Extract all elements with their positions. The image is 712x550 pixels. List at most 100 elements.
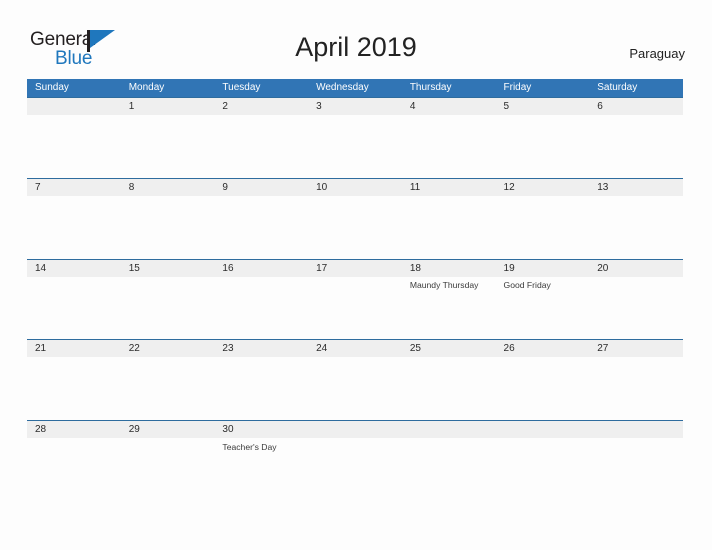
weekday-header-monday: Monday [128, 82, 165, 93]
day-events[interactable] [121, 359, 215, 421]
day-events[interactable] [214, 197, 308, 259]
day-number[interactable]: 8 [121, 179, 215, 196]
day-number[interactable]: 26 [496, 340, 590, 357]
calendar-week-row: 28 29 30 Teacher's Day [27, 420, 683, 501]
day-events[interactable] [308, 197, 402, 259]
calendar-week-row: 1 2 3 4 5 6 [27, 97, 683, 178]
weekday-header-saturday: Saturday [597, 82, 638, 93]
day-event-label: Maundy Thursday [409, 280, 479, 291]
calendar-grid: Sunday Monday Tuesday Wednesday Thursday… [27, 79, 683, 501]
day-number[interactable]: 4 [402, 98, 496, 115]
day-events[interactable]: Maundy Thursday [402, 278, 496, 340]
day-number[interactable]: 23 [214, 340, 308, 357]
day-events[interactable] [496, 359, 590, 421]
day-number[interactable] [589, 421, 683, 438]
week-event-band: Teacher's Day [27, 440, 683, 502]
day-number[interactable]: 9 [214, 179, 308, 196]
day-number[interactable]: 5 [496, 98, 590, 115]
day-number[interactable]: 13 [589, 179, 683, 196]
day-events[interactable]: Teacher's Day [214, 440, 308, 502]
day-events[interactable] [589, 278, 683, 340]
day-events[interactable] [589, 440, 683, 502]
day-events[interactable] [589, 197, 683, 259]
week-event-band: Maundy Thursday Good Friday [27, 278, 683, 340]
day-events[interactable] [308, 278, 402, 340]
day-events[interactable] [589, 359, 683, 421]
day-number[interactable]: 18 [402, 260, 496, 277]
day-events[interactable] [27, 359, 121, 421]
day-events[interactable] [496, 440, 590, 502]
day-number[interactable]: 20 [589, 260, 683, 277]
day-number[interactable]: 25 [402, 340, 496, 357]
day-number[interactable]: 6 [589, 98, 683, 115]
weekday-header-friday: Friday [503, 82, 532, 93]
day-number[interactable] [496, 421, 590, 438]
week-event-band [27, 359, 683, 421]
day-events[interactable] [214, 359, 308, 421]
weekday-header-thursday: Thursday [409, 82, 452, 93]
day-events[interactable]: Good Friday [496, 278, 590, 340]
calendar-week-row: 14 15 16 17 18 19 20 Maundy Thursday Goo… [27, 258, 683, 340]
weekday-header-tuesday: Tuesday [222, 82, 261, 93]
day-events[interactable] [214, 117, 308, 179]
day-events[interactable] [121, 440, 215, 502]
calendar-week-row: 21 22 23 24 25 26 27 [27, 339, 683, 420]
day-events[interactable] [308, 117, 402, 179]
day-events[interactable] [402, 440, 496, 502]
day-events[interactable] [402, 359, 496, 421]
day-number[interactable]: 16 [214, 260, 308, 277]
day-number[interactable]: 11 [402, 179, 496, 196]
day-number[interactable] [308, 421, 402, 438]
day-number[interactable]: 7 [27, 179, 121, 196]
day-number[interactable]: 15 [121, 260, 215, 277]
day-events[interactable] [496, 117, 590, 179]
day-number[interactable]: 17 [308, 260, 402, 277]
page-title: April 2019 [295, 32, 417, 62]
day-events[interactable] [27, 117, 121, 179]
day-events[interactable] [121, 117, 215, 179]
country-label: Paraguay [629, 46, 685, 61]
day-events[interactable] [27, 197, 121, 259]
weekday-header-wednesday: Wednesday [316, 82, 369, 93]
day-events[interactable] [402, 197, 496, 259]
day-events[interactable] [308, 440, 402, 502]
day-events[interactable] [121, 197, 215, 259]
day-number[interactable]: 2 [214, 98, 308, 115]
weekday-header-row: Sunday Monday Tuesday Wednesday Thursday… [27, 79, 683, 97]
day-number[interactable]: 22 [121, 340, 215, 357]
page-header: General Blue April 2019 Paraguay [0, 0, 712, 79]
day-number[interactable]: 30 [214, 421, 308, 438]
week-date-band: 21 22 23 24 25 26 27 [27, 340, 683, 358]
calendar-week-row: 7 8 9 10 11 12 13 [27, 177, 683, 259]
day-events[interactable] [402, 117, 496, 179]
week-date-band: 1 2 3 4 5 6 [27, 98, 683, 115]
day-events[interactable] [589, 117, 683, 179]
day-number[interactable]: 24 [308, 340, 402, 357]
day-number[interactable] [27, 98, 121, 115]
week-date-band: 14 15 16 17 18 19 20 [27, 259, 683, 277]
day-events[interactable] [308, 359, 402, 421]
week-date-band: 28 29 30 [27, 421, 683, 439]
day-events[interactable] [496, 197, 590, 259]
day-number[interactable]: 3 [308, 98, 402, 115]
day-event-label: Teacher's Day [222, 441, 277, 452]
day-number[interactable]: 14 [27, 260, 121, 277]
day-events[interactable] [27, 278, 121, 340]
day-number[interactable]: 10 [308, 179, 402, 196]
day-number[interactable]: 28 [27, 421, 121, 438]
day-number[interactable]: 1 [121, 98, 215, 115]
day-number[interactable]: 12 [496, 179, 590, 196]
weekday-header-sunday: Sunday [35, 82, 69, 93]
day-events[interactable] [121, 278, 215, 340]
day-number[interactable] [402, 421, 496, 438]
day-number[interactable]: 19 [496, 260, 590, 277]
day-number[interactable]: 29 [121, 421, 215, 438]
day-event-label: Good Friday [503, 280, 551, 291]
week-event-band [27, 197, 683, 259]
day-number[interactable]: 27 [589, 340, 683, 357]
day-number[interactable]: 21 [27, 340, 121, 357]
day-events[interactable] [27, 440, 121, 502]
week-event-band [27, 117, 683, 179]
week-date-band: 7 8 9 10 11 12 13 [27, 178, 683, 196]
day-events[interactable] [214, 278, 308, 340]
